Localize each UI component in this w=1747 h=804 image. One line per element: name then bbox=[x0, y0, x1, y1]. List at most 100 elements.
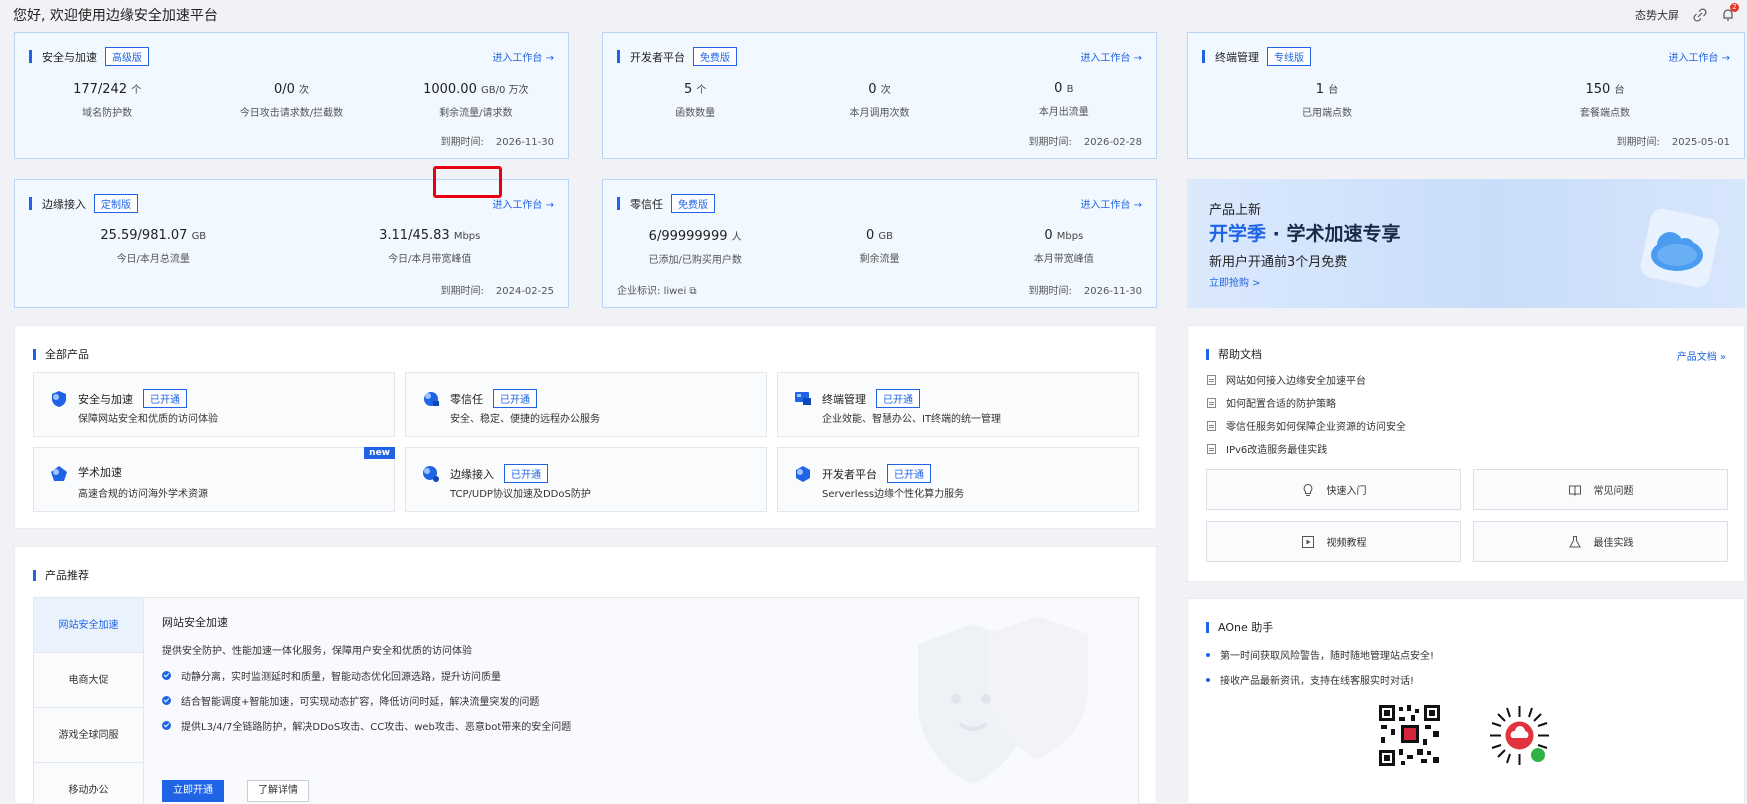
tab-web-security[interactable]: 网站安全加速 bbox=[34, 598, 143, 653]
stat-peak-bandwidth: 0 Mbps 本月带宽峰值 bbox=[1033, 228, 1094, 265]
faq-button[interactable]: 常见问题 bbox=[1473, 469, 1728, 510]
feature-item: 结合智能调度+智能加速，可实现动态扩容，降低访问时延，解决流量突发的问题 bbox=[162, 693, 539, 708]
stats-row: 177/242 个 域名防护数 0/0 次 今日攻击请求数/拦截数 1000.0… bbox=[15, 81, 568, 119]
stat-remaining-traffic: 0 GB 剩余流量 bbox=[859, 228, 900, 265]
learn-more-button[interactable]: 了解详情 bbox=[247, 780, 309, 802]
copy-icon[interactable]: ⧉ bbox=[689, 286, 696, 297]
link-icon[interactable] bbox=[1693, 8, 1707, 22]
product-zero-trust[interactable]: 零信任 已开通 安全、稳定、便捷的远程办公服务 bbox=[405, 372, 767, 437]
expire-time: 到期时间: 2026-02-28 bbox=[1028, 137, 1143, 148]
recommend-description: 提供安全防护、性能加速一体化服务，保障用户安全和优质的访问体验 bbox=[162, 646, 472, 657]
status-tag: 已开通 bbox=[876, 389, 920, 408]
help-link[interactable]: 网站如何接入边缘安全加速平台 bbox=[1207, 372, 1366, 387]
tab-ecommerce[interactable]: 电商大促 bbox=[34, 653, 143, 708]
help-link[interactable]: IPv6改造服务最佳实践 bbox=[1207, 441, 1327, 456]
activate-now-button[interactable]: 立即开通 bbox=[162, 780, 224, 802]
enter-workspace-link[interactable]: 进入工作台 → bbox=[1668, 49, 1730, 64]
notification-count: 2 bbox=[1730, 3, 1739, 12]
help-link[interactable]: 零信任服务如何保障企业资源的访问安全 bbox=[1207, 418, 1406, 433]
document-icon bbox=[1207, 374, 1216, 385]
monitor-icon bbox=[795, 392, 811, 405]
expire-time: 到期时间: 2024-02-25 bbox=[440, 286, 555, 297]
expire-time: 到期时间: 2025-05-01 bbox=[1616, 137, 1731, 148]
enter-workspace-link[interactable]: 进入工作台 → bbox=[1080, 49, 1142, 64]
stat-traffic: 25.59/981.07 GB 今日/本月总流量 bbox=[100, 228, 207, 265]
card-title: 安全与加速 bbox=[42, 50, 97, 64]
tab-mobile-office[interactable]: 移动办公 bbox=[34, 763, 143, 804]
video-tutorial-button[interactable]: 视频教程 bbox=[1206, 521, 1461, 562]
stat-attacks: 0/0 次 今日攻击请求数/拦截数 bbox=[239, 82, 344, 119]
book-icon bbox=[1568, 485, 1581, 496]
stat-functions: 5 个 函数数量 bbox=[675, 82, 716, 119]
aone-feature: 接收产品最新资讯，支持在线客服实时对话! bbox=[1206, 672, 1414, 687]
banner-cta[interactable]: 立即抢购 > bbox=[1209, 274, 1261, 289]
edition-tag: 定制版 bbox=[94, 194, 138, 213]
panel-title: 全部产品 bbox=[45, 348, 89, 361]
new-badge: new bbox=[364, 447, 395, 459]
card-edge-access: 边缘接入 定制版 进入工作台 → 25.59/981.07 GB 今日/本月总流… bbox=[14, 179, 569, 308]
cloud-illustration-icon bbox=[1640, 208, 1720, 288]
stat-used-endpoints: 1 台 已用端点数 bbox=[1302, 82, 1352, 119]
status-tag: 已开通 bbox=[493, 389, 537, 408]
banner-label: 产品上新 bbox=[1209, 203, 1262, 218]
stats-row: 25.59/981.07 GB 今日/本月总流量 3.11/45.83 Mbps… bbox=[15, 228, 568, 265]
product-developer-platform[interactable]: 开发者平台 已开通 Serverless边缘个性化算力服务 bbox=[777, 447, 1139, 512]
stats-row: 5 个 函数数量 0 次 本月调用次数 0 B 本月出流量 bbox=[603, 81, 1156, 119]
shield-icon bbox=[52, 391, 66, 407]
product-edge-access[interactable]: 边缘接入 已开通 TCP/UDP协议加速及DDoS防护 bbox=[405, 447, 767, 512]
product-security-acceleration[interactable]: 安全与加速 已开通 保障网站安全和优质的访问体验 bbox=[33, 372, 395, 437]
product-endpoint-management[interactable]: 终端管理 已开通 企业效能、智慧办公、IT终端的统一管理 bbox=[777, 372, 1139, 437]
recommend-title: 网站安全加速 bbox=[162, 616, 228, 629]
product-docs-link[interactable]: 产品文档 » bbox=[1677, 348, 1726, 363]
document-icon bbox=[1207, 397, 1216, 408]
aone-feature: 第一时间获取风险警告，随时随地管理站点安全! bbox=[1206, 647, 1434, 662]
highlight-box bbox=[433, 166, 502, 198]
card-title: 边缘接入 bbox=[42, 197, 86, 211]
status-tag: 已开通 bbox=[143, 389, 187, 408]
card-security-acceleration: 安全与加速 高级版 进入工作台 → 177/242 个 域名防护数 0/0 次 … bbox=[14, 32, 569, 159]
card-endpoint-management: 终端管理 专线版 进入工作台 → 1 台 已用端点数 150 台 套餐端点数 到… bbox=[1187, 32, 1745, 159]
all-products-panel: 全部产品 安全与加速 已开通 保障网站安全和优质的访问体验 零信任 已开通 安全、稳… bbox=[14, 325, 1157, 529]
edition-tag: 免费版 bbox=[693, 47, 737, 66]
document-icon bbox=[1207, 420, 1216, 431]
product-academic-acceleration[interactable]: 学术加速 高速合规的访问海外学术资源 new bbox=[33, 447, 395, 512]
banner-headline: 开学季 · 学术加速专享 bbox=[1209, 223, 1401, 245]
stat-plan-endpoints: 150 台 套餐端点数 bbox=[1580, 82, 1630, 119]
expire-time: 到期时间: 2026-11-30 bbox=[440, 137, 555, 148]
product-recommend-panel: 产品推荐 网站安全加速 电商大促 游戏全球同服 移动办公 网站安全加速 提供安全… bbox=[14, 546, 1157, 804]
help-link[interactable]: 如何配置合适的防护策略 bbox=[1207, 395, 1336, 410]
feature-item: 提供L3/4/7全链路防护，解决DDoS攻击、CC攻击、web攻击、恶意bot带… bbox=[162, 718, 571, 733]
enter-workspace-link[interactable]: 进入工作台 → bbox=[492, 49, 554, 64]
stats-row: 1 台 已用端点数 150 台 套餐端点数 bbox=[1188, 81, 1744, 119]
enter-workspace-link[interactable]: 进入工作台 → bbox=[1080, 196, 1142, 211]
enter-workspace-link[interactable]: 进入工作台 → bbox=[492, 196, 554, 211]
tab-gaming[interactable]: 游戏全球同服 bbox=[34, 708, 143, 763]
qr-code-icon bbox=[1377, 703, 1442, 768]
top-bar: 您好, 欢迎使用边缘安全加速平台 态势大屏 2 bbox=[0, 0, 1747, 30]
expire-time: 到期时间: 2026-11-30 bbox=[1028, 286, 1143, 297]
status-tag: 已开通 bbox=[504, 464, 548, 483]
big-screen-link[interactable]: 态势大屏 bbox=[1635, 7, 1679, 23]
quick-start-button[interactable]: 快速入门 bbox=[1206, 469, 1461, 510]
bell-icon[interactable]: 2 bbox=[1721, 3, 1739, 22]
shield-illustration-icon bbox=[918, 616, 1088, 784]
greeting: 您好, 欢迎使用边缘安全加速平台 bbox=[13, 8, 218, 24]
enterprise-id: 企业标识: liwei ⧉ bbox=[617, 286, 697, 297]
promo-banner[interactable]: 产品上新 开学季 · 学术加速专享 新用户开通前3个月免费 立即抢购 > bbox=[1187, 179, 1745, 308]
card-title: 开发者平台 bbox=[630, 50, 685, 64]
edition-tag: 高级版 bbox=[105, 47, 149, 66]
stats-row: 6/99999999 人 已添加/已购买用户数 0 GB 剩余流量 0 Mbps… bbox=[603, 228, 1156, 266]
recommend-box: 网站安全加速 电商大促 游戏全球同服 移动办公 网站安全加速 提供安全防护、性能… bbox=[33, 597, 1139, 804]
edge-node-icon bbox=[423, 466, 439, 482]
check-circle-icon bbox=[162, 696, 171, 705]
card-developer-platform: 开发者平台 免费版 进入工作台 → 5 个 函数数量 0 次 本月调用次数 0 … bbox=[602, 32, 1157, 159]
globe-lock-icon bbox=[424, 392, 439, 406]
edition-tag: 免费版 bbox=[671, 194, 715, 213]
card-title: 零信任 bbox=[630, 197, 663, 211]
best-practice-button[interactable]: 最佳实践 bbox=[1473, 521, 1728, 562]
play-icon bbox=[1301, 535, 1314, 548]
check-circle-icon bbox=[162, 721, 171, 730]
aone-assistant-panel: AOne 助手 第一时间获取风险警告，随时随地管理站点安全! 接收产品最新资讯，… bbox=[1187, 598, 1745, 804]
feature-item: 动静分离，实时监测延时和质量，智能动态优化回源选路，提升访问质量 bbox=[162, 668, 501, 683]
stat-outbound: 0 B 本月出流量 bbox=[1038, 81, 1089, 118]
